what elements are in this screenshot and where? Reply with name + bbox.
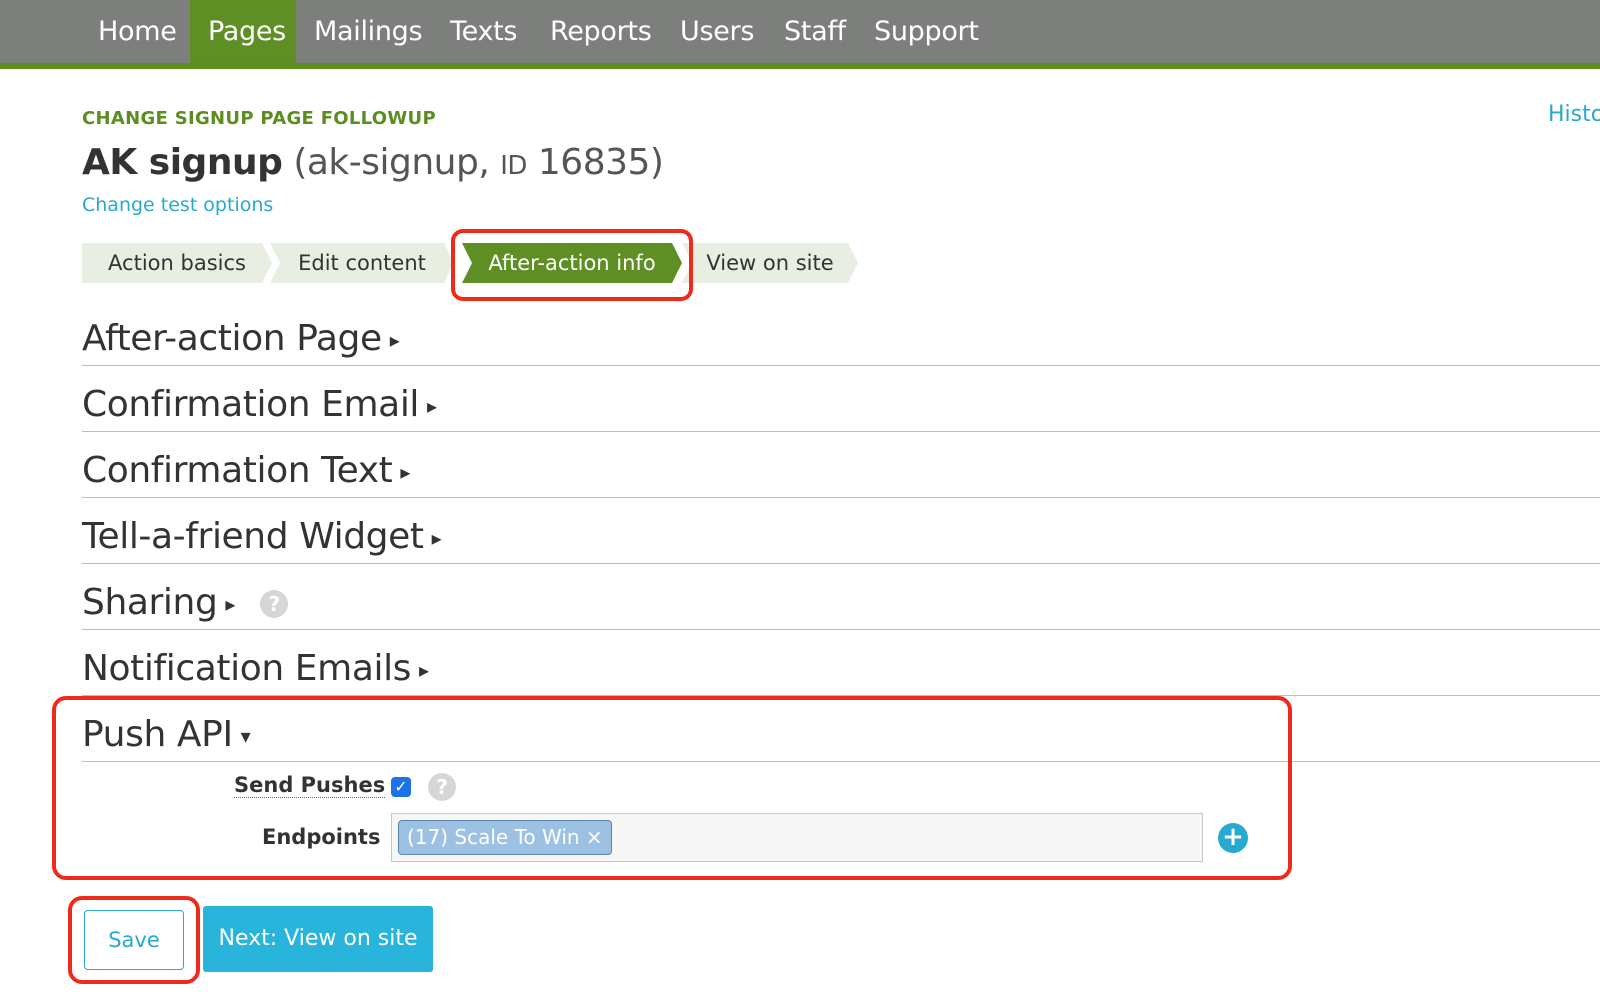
section-notification-emails[interactable]: Notification Emails ▸	[82, 648, 1600, 696]
section-title: Confirmation Text ▸	[82, 450, 410, 493]
section-title: Confirmation Email ▸	[82, 384, 437, 427]
section-confirmation-email[interactable]: Confirmation Email ▸	[82, 384, 1600, 432]
section-title-text: Sharing	[82, 582, 218, 623]
next-view-on-site-button[interactable]: Next: View on site	[203, 906, 433, 972]
page-kicker: CHANGE SIGNUP PAGE FOLLOWUP	[82, 108, 436, 129]
nav-mailings[interactable]: Mailings	[296, 0, 440, 63]
caret-right-icon: ▸	[419, 658, 429, 682]
page-shortname: (ak-signup,	[293, 142, 490, 183]
section-title-text: Tell-a-friend Widget	[82, 516, 424, 557]
caret-right-icon: ▸	[431, 526, 442, 550]
caret-right-icon: ▸	[389, 328, 400, 352]
section-title: After-action Page ▸	[82, 318, 400, 361]
history-link[interactable]: Histo	[1548, 102, 1600, 127]
section-after-action-page[interactable]: After-action Page ▸	[82, 318, 1600, 366]
page-id-value: 16835)	[537, 142, 664, 183]
highlight-save-button	[68, 896, 200, 984]
page-title: AK signup (ak-signup, ID 16835)	[82, 142, 664, 183]
highlight-after-action-tab	[451, 229, 693, 301]
nav-pages[interactable]: Pages	[190, 0, 296, 63]
step-action-basics[interactable]: Action basics	[82, 243, 272, 283]
help-icon[interactable]: ?	[260, 590, 289, 618]
nav-home[interactable]: Home	[80, 0, 195, 63]
page-name: AK signup	[82, 142, 283, 183]
section-title-text: Confirmation Email	[82, 384, 420, 425]
section-title: Notification Emails ▸	[82, 648, 429, 691]
caret-right-icon: ▸	[400, 460, 411, 484]
page-id-label: ID	[500, 151, 527, 181]
highlight-push-api	[52, 696, 1292, 880]
section-title-text: After-action Page	[82, 318, 382, 359]
step-edit-content[interactable]: Edit content	[270, 243, 454, 283]
nav-support[interactable]: Support	[856, 0, 997, 63]
top-nav: Home Pages Mailings Texts Reports Users …	[0, 0, 1600, 69]
change-test-options-link[interactable]: Change test options	[82, 194, 273, 216]
section-tell-a-friend-widget[interactable]: Tell-a-friend Widget ▸	[82, 516, 1600, 564]
section-sharing[interactable]: Sharing ▸ ?	[82, 582, 1600, 630]
nav-texts[interactable]: Texts	[432, 0, 535, 63]
caret-right-icon: ▸	[427, 394, 437, 418]
section-title-text: Confirmation Text	[82, 450, 393, 491]
nav-reports[interactable]: Reports	[532, 0, 669, 63]
section-confirmation-text[interactable]: Confirmation Text ▸	[82, 450, 1600, 498]
section-title: Tell-a-friend Widget ▸	[82, 516, 442, 559]
caret-right-icon: ▸	[225, 592, 236, 616]
nav-staff[interactable]: Staff	[766, 0, 864, 63]
nav-users[interactable]: Users	[662, 0, 772, 63]
step-view-on-site[interactable]: View on site	[682, 243, 858, 283]
section-title-text: Notification Emails	[82, 648, 412, 689]
section-title: Sharing ▸ ?	[82, 582, 289, 625]
